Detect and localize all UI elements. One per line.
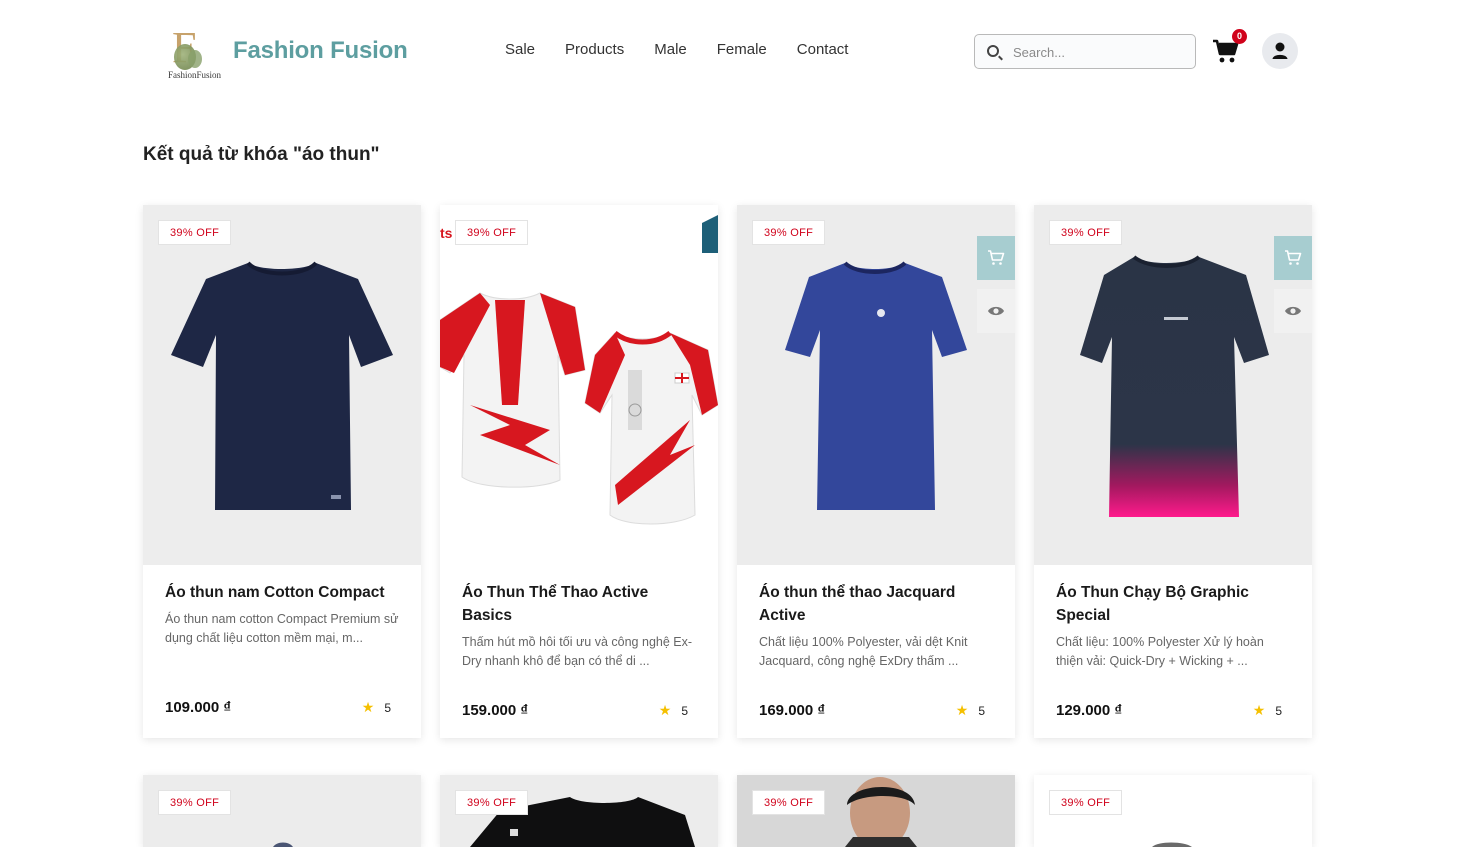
product-card[interactable]: 39% OFF <box>143 775 421 847</box>
product-rating: ★ 5 <box>362 699 391 716</box>
product-image[interactable]: 39% OFF <box>143 205 421 565</box>
star-icon: ★ <box>658 702 672 718</box>
product-name[interactable]: Áo thun nam Cotton Compact <box>165 581 399 604</box>
product-card[interactable]: 39% OFF Áo thun nam Cotton Compact Áo th… <box>143 205 421 738</box>
quick-view-button[interactable] <box>977 289 1015 333</box>
discount-badge: 39% OFF <box>752 790 826 815</box>
product-card[interactable]: ts 39% OFF Áo Thun Thể Thao Active Basic… <box>440 205 718 738</box>
discount-badge: 39% OFF <box>1049 790 1123 815</box>
user-icon <box>1272 42 1288 59</box>
star-icon: ★ <box>955 702 969 718</box>
logo[interactable]: F FashionFusion <box>164 23 226 82</box>
rating-value: 5 <box>978 703 985 718</box>
eye-icon <box>988 306 1004 316</box>
search-box[interactable] <box>974 34 1196 69</box>
logo-text: FashionFusion <box>168 70 222 80</box>
rating-value: 5 <box>1275 703 1282 718</box>
product-card[interactable]: 39% OFF <box>440 775 718 847</box>
nav-female[interactable]: Female <box>717 41 767 58</box>
product-image[interactable]: 39% OFF <box>737 775 1015 847</box>
product-image[interactable]: ts 39% OFF <box>440 205 718 565</box>
product-image[interactable]: 39% OFF <box>143 775 421 847</box>
rating-value: 5 <box>681 703 688 718</box>
nav-sale[interactable]: Sale <box>505 41 535 58</box>
product-description: Thấm hút mồ hôi tối ưu và công nghệ Ex-D… <box>462 635 693 668</box>
discount-badge: 39% OFF <box>158 220 232 245</box>
product-rating: ★ 5 <box>1253 702 1282 719</box>
product-name[interactable]: Áo Thun Thể Thao Active Basics <box>462 581 696 627</box>
discount-badge: 39% OFF <box>1049 220 1123 245</box>
user-avatar[interactable] <box>1262 33 1298 69</box>
product-rating: ★ 5 <box>659 702 688 719</box>
page-title: Kết quả từ khóa "áo thun" <box>143 144 380 165</box>
discount-badge: 39% OFF <box>752 220 826 245</box>
product-name[interactable]: Áo thun thể thao Jacquard Active <box>759 581 993 627</box>
nav-products[interactable]: Products <box>565 41 624 58</box>
quick-view-button[interactable] <box>1274 289 1312 333</box>
product-description: Chất liệu 100% Polyester, vải dệt Knit J… <box>759 635 968 668</box>
star-icon: ★ <box>1252 702 1266 718</box>
product-card[interactable]: 39% OFF <box>1034 775 1312 847</box>
add-to-cart-button[interactable] <box>977 236 1015 280</box>
product-card[interactable]: 39% OFF Áo Thun Chạy Bộ Graphic Special … <box>1034 205 1312 738</box>
product-image[interactable]: 39% OFF <box>1034 205 1312 565</box>
product-price: 129.000 ₫ <box>1056 702 1123 719</box>
nav-male[interactable]: Male <box>654 41 687 58</box>
search-input[interactable] <box>1013 42 1183 62</box>
search-icon <box>987 45 999 57</box>
cart-count-badge: 0 <box>1232 29 1247 44</box>
eye-icon <box>1285 306 1301 316</box>
brand-name[interactable]: Fashion Fusion <box>233 37 408 65</box>
site-header: F FashionFusion Fashion Fusion Sale Prod… <box>0 0 1478 100</box>
star-icon: ★ <box>361 699 375 715</box>
product-price: 109.000 ₫ <box>165 699 232 716</box>
main-nav: Sale Products Male Female Contact <box>505 41 878 58</box>
discount-badge: 39% OFF <box>455 790 529 815</box>
svg-text:ts: ts <box>440 225 453 241</box>
product-card[interactable]: 39% OFF <box>737 775 1015 847</box>
product-image[interactable]: 39% OFF <box>1034 775 1312 847</box>
logo-leaf <box>188 50 202 68</box>
discount-badge: 39% OFF <box>158 790 232 815</box>
add-to-cart-button[interactable] <box>1274 236 1312 280</box>
product-description: Áo thun nam cotton Compact Premium sử dụ… <box>165 612 399 645</box>
product-price: 159.000 ₫ <box>462 702 529 719</box>
product-rating: ★ 5 <box>956 702 985 719</box>
cart-icon <box>1285 250 1302 265</box>
product-card[interactable]: 39% OFF Áo thun thể thao Jacquard Active… <box>737 205 1015 738</box>
rating-value: 5 <box>384 700 391 715</box>
product-price: 169.000 ₫ <box>759 702 826 719</box>
product-description: Chất liệu: 100% Polyester Xử lý hoàn thi… <box>1056 635 1264 668</box>
nav-contact[interactable]: Contact <box>797 41 849 58</box>
cart-icon <box>988 250 1005 265</box>
product-image[interactable]: 39% OFF <box>737 205 1015 565</box>
product-name[interactable]: Áo Thun Chạy Bộ Graphic Special <box>1056 581 1290 627</box>
product-image[interactable]: 39% OFF <box>440 775 718 847</box>
discount-badge: 39% OFF <box>455 220 529 245</box>
